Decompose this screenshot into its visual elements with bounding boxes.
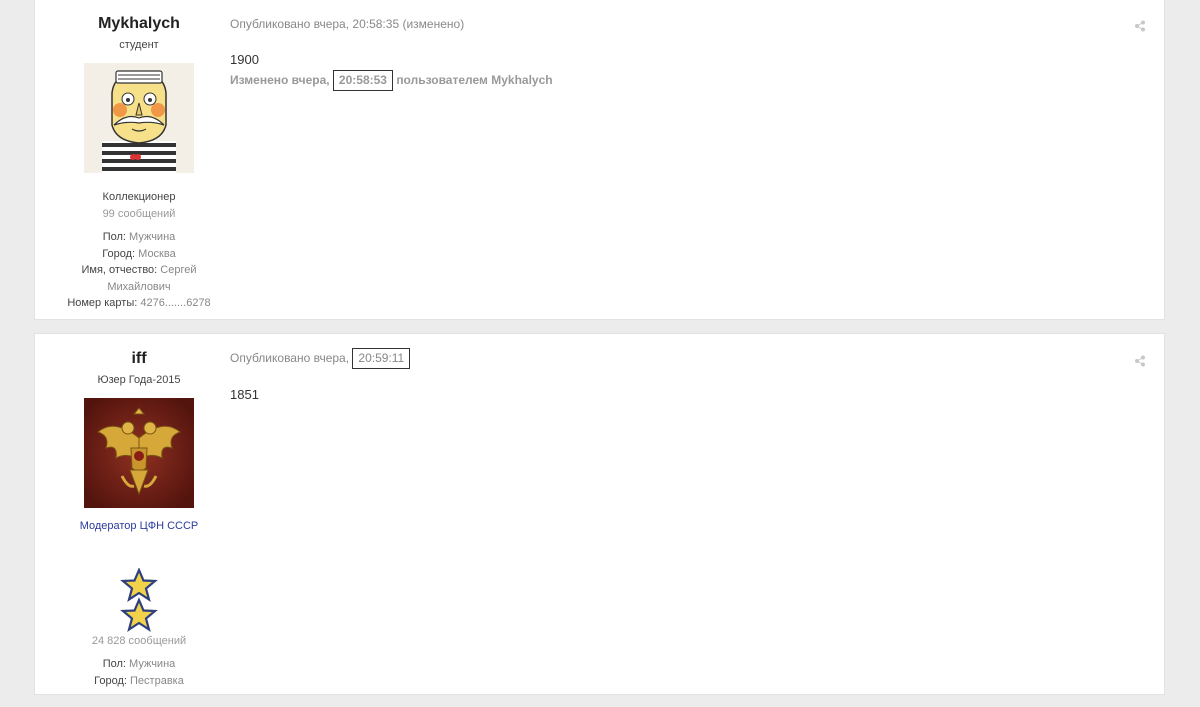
author-title: студент: [119, 39, 159, 51]
author-panel: Mykhalych студент Коллекционер 99 сообще…: [49, 0, 229, 312]
field-key: Город:: [102, 247, 136, 260]
post-body: 1900: [230, 52, 259, 67]
author-panel: iff Юзер Года-2015 Модератор ЦФН СССР 24…: [49, 334, 229, 689]
author-fields: Пол: Мужчина Город: Пестравка: [49, 656, 229, 689]
rank-stars-icon: [119, 567, 159, 632]
edited-flag: (изменено): [402, 17, 465, 31]
avatar[interactable]: [84, 63, 194, 173]
field-key: Имя, отчество:: [81, 264, 158, 276]
double-headed-eagle-avatar-icon: [84, 398, 194, 508]
field-value: Мужчина: [129, 231, 176, 243]
field-gender: Пол: Мужчина: [49, 229, 229, 246]
post-meta: Опубликовано вчера, 20:59:11: [230, 348, 1134, 369]
post-1: Mykhalych студент Коллекционер 99 сообще…: [34, 0, 1165, 320]
author-posts-count[interactable]: 99 сообщений: [49, 208, 229, 220]
edit-note-suffix: пользователем Mykhalych: [396, 73, 553, 87]
field-key: Пол:: [102, 231, 126, 243]
field-city: Город: Пестравка: [49, 673, 229, 690]
field-key: Город:: [94, 674, 127, 687]
author-group[interactable]: Модератор ЦФН СССР: [49, 520, 229, 532]
author-title: Юзер Года-2015: [97, 374, 181, 386]
post-content: Опубликовано вчера, 20:59:11 1851: [230, 334, 1134, 402]
author-name[interactable]: iff: [49, 350, 229, 368]
edit-time: 20:58:53: [332, 70, 393, 91]
field-value: Москва: [138, 247, 176, 260]
post-body: 1851: [230, 387, 259, 402]
field-key: Пол:: [102, 658, 126, 670]
field-gender: Пол: Мужчина: [49, 656, 229, 673]
post-meta: Опубликовано вчера, 20:58:35 (изменено): [230, 17, 1134, 31]
field-key: Номер карты:: [67, 297, 138, 309]
author-name[interactable]: Mykhalych: [49, 15, 229, 33]
author-rank: Коллекционер: [102, 191, 176, 203]
post-content: Опубликовано вчера, 20:58:35 (изменено) …: [230, 0, 1134, 91]
field-value: 4276.......6278: [140, 297, 211, 309]
post-time[interactable]: 20:58:35: [352, 17, 399, 31]
author-posts-count[interactable]: 24 828 сообщений: [49, 635, 229, 647]
meta-prefix: Опубликовано вчера,: [230, 17, 350, 31]
field-value: Пестравка: [130, 674, 184, 687]
edit-note: Изменено вчера, 20:58:53 пользователем M…: [230, 70, 1134, 91]
share-icon[interactable]: [1134, 19, 1146, 32]
field-city: Город: Москва: [49, 246, 229, 263]
post-2: iff Юзер Года-2015 Модератор ЦФН СССР 24…: [34, 333, 1165, 695]
share-icon[interactable]: [1134, 354, 1146, 367]
avatar[interactable]: [84, 398, 194, 508]
field-card: Номер карты: 4276.......6278: [49, 295, 229, 312]
forum-page: Mykhalych студент Коллекционер 99 сообще…: [0, 0, 1200, 707]
meta-prefix: Опубликовано вчера,: [230, 351, 350, 365]
field-name: Имя, отчество: Сергей Михайлович: [49, 262, 229, 295]
field-value: Мужчина: [129, 658, 176, 670]
edit-note-prefix: Изменено вчера,: [230, 73, 330, 87]
author-fields: Пол: Мужчина Город: Москва Имя, отчество…: [49, 229, 229, 312]
post-time[interactable]: 20:59:11: [352, 348, 411, 369]
sailor-cat-avatar-icon: [84, 63, 194, 173]
